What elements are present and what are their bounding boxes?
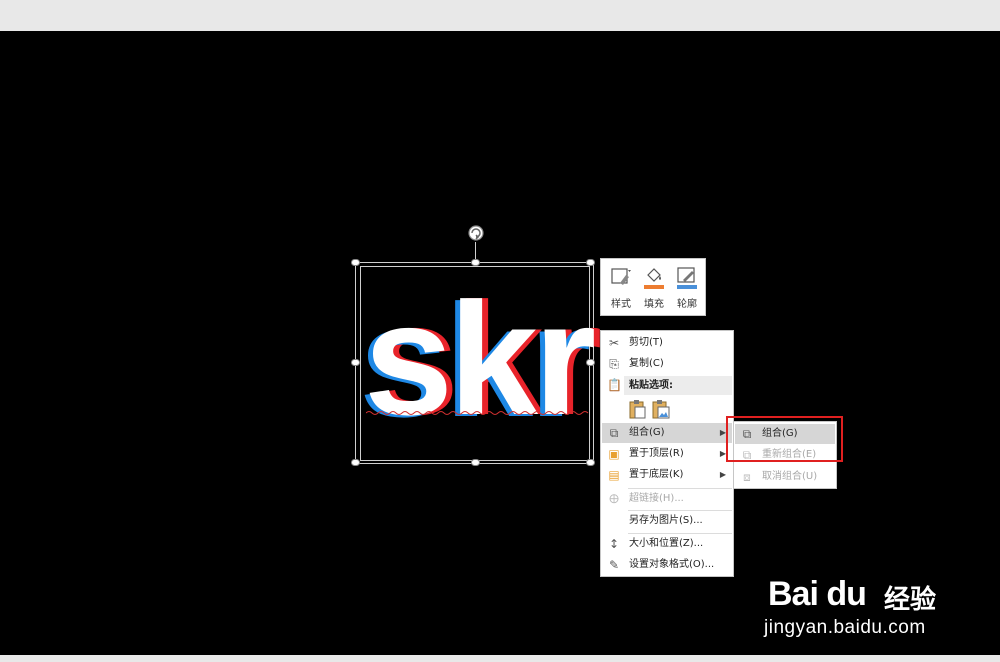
mini-format-toolbar: 样式 填充 轮廓 (600, 258, 706, 316)
resize-handle[interactable] (586, 459, 595, 466)
resize-handle[interactable] (586, 259, 595, 266)
size-position-icon: ↕ (608, 537, 620, 551)
bottom-status-strip (0, 655, 1000, 662)
resize-handle[interactable] (471, 459, 480, 466)
menu-item-bring-to-front[interactable]: ▣ 置于顶层(R) ▶ (602, 444, 732, 464)
scissors-icon: ✂ (608, 336, 620, 350)
paste-icon: 📋 (607, 378, 622, 392)
submenu-arrow-icon: ▶ (719, 470, 726, 479)
fill-bucket-icon (644, 268, 664, 289)
menu-item-label: 置于底层(K) (629, 469, 684, 480)
outline-pen-icon (677, 267, 697, 289)
menu-item-label: 大小和位置(Z)... (629, 538, 704, 549)
menu-item-label: 剪切(T) (629, 337, 663, 348)
spellcheck-underline (366, 411, 589, 415)
outline-button[interactable]: 轮廓 (671, 263, 703, 311)
shape-style-icon (611, 268, 631, 285)
hyperlink-icon: 🜨 (608, 492, 620, 506)
menu-item-label: 组合(G) (629, 427, 665, 438)
ungroup-icon: ⧈ (743, 470, 751, 484)
submenu-item-ungroup[interactable]: ⧈ 取消组合(U) (735, 467, 835, 487)
fill-label: 填充 (644, 299, 664, 310)
menu-item-label: 另存为图片(S)... (629, 515, 703, 526)
menu-item-format-object[interactable]: ✎ 设置对象格式(O)... (602, 555, 732, 575)
resize-handle[interactable] (351, 459, 360, 466)
format-object-icon: ✎ (608, 558, 620, 572)
copy-icon: ⎘ (609, 357, 619, 371)
resize-handle[interactable] (471, 259, 480, 266)
watermark-cn: 经验 (884, 585, 937, 615)
paste-options-header: 粘贴选项: (624, 376, 732, 395)
menu-item-size-position[interactable]: ↕ 大小和位置(Z)... (602, 534, 732, 554)
menu-item-label: 设置对象格式(O)... (629, 559, 715, 570)
resize-handle[interactable] (351, 259, 360, 266)
context-menu: ✂ 剪切(T) ⎘ 复制(C) 📋 粘贴选项: ⧉ 组合(G) ▶ ▣ 置于顶层… (600, 330, 734, 577)
highlight-annotation-box (726, 416, 843, 462)
paste-as-picture-icon[interactable] (652, 399, 670, 419)
menu-item-label: 置于顶层(R) (629, 448, 684, 459)
rotate-connector (475, 242, 476, 260)
menu-item-label: 复制(C) (629, 358, 664, 369)
watermark-url: jingyan.baidu.com (764, 617, 926, 638)
menu-item-copy[interactable]: ⎘ 复制(C) (602, 354, 732, 374)
menu-item-label: 取消组合(U) (762, 471, 818, 482)
group-icon: ⧉ (609, 426, 619, 440)
menu-item-send-to-back[interactable]: ▤ 置于底层(K) ▶ (602, 465, 732, 485)
top-toolbar-strip (0, 0, 1000, 31)
style-label: 样式 (611, 299, 631, 310)
menu-item-save-as-picture[interactable]: 另存为图片(S)... (602, 511, 732, 531)
menu-item-hyperlink[interactable]: 🜨 超链接(H)... (602, 489, 732, 509)
watermark-brand: Bai du (768, 575, 867, 613)
paste-keep-format-icon[interactable] (629, 399, 647, 419)
fill-button[interactable]: 填充 (638, 263, 670, 311)
style-button[interactable]: 样式 (605, 263, 637, 311)
menu-item-cut[interactable]: ✂ 剪切(T) (602, 333, 732, 353)
send-to-back-icon: ▤ (608, 468, 620, 482)
bring-to-front-icon: ▣ (608, 447, 620, 461)
outline-label: 轮廓 (677, 299, 697, 310)
baidu-jingyan-watermark: Bai du 经验 jingyan.baidu.com (764, 575, 958, 647)
menu-item-label: 超链接(H)... (629, 493, 684, 504)
menu-item-label: 粘贴选项: (629, 380, 673, 391)
rotate-handle-icon[interactable] (464, 224, 488, 242)
menu-item-group[interactable]: ⧉ 组合(G) ▶ (602, 423, 732, 443)
